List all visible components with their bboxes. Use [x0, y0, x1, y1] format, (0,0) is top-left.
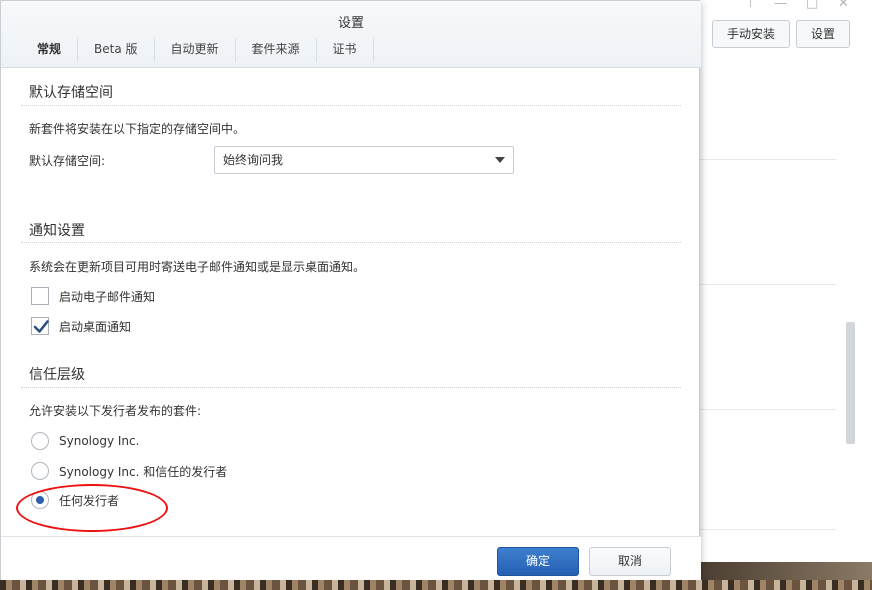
desktop-notification-option[interactable]: 启动桌面通知: [31, 316, 131, 336]
trust-option-trusted[interactable]: Synology Inc. 和信任的发行者: [31, 461, 227, 481]
manual-install-button[interactable]: 手动安装: [712, 20, 790, 48]
storage-volume-value: 始终询问我: [223, 153, 284, 167]
window-edge: [866, 0, 872, 562]
desktop-wallpaper: [0, 580, 872, 590]
checkmark-icon: [33, 320, 49, 333]
list-item[interactable]: [700, 160, 836, 285]
highlight-annotation: [16, 484, 168, 532]
dialog-footer: 确定 取消: [1, 536, 701, 581]
tab-general[interactable]: 常规: [21, 38, 79, 62]
maximize-icon[interactable]: □: [806, 0, 818, 11]
settings-dialog: 设置 常规 Beta 版 自动更新 套件来源 证书 默认存储空间 新套件将安装在…: [0, 0, 701, 581]
storage-field-label: 默认存储空间:: [29, 154, 106, 168]
cancel-button[interactable]: 取消: [589, 547, 671, 576]
list-item[interactable]: [700, 285, 836, 410]
list-item[interactable]: [700, 58, 836, 160]
storage-section-title: 默认存储空间: [29, 85, 113, 101]
scrollbar-thumb[interactable]: [846, 322, 855, 444]
trust-option-synology[interactable]: Synology Inc.: [31, 431, 139, 451]
section-divider: [21, 105, 681, 106]
notification-section-title: 通知设置: [29, 223, 85, 239]
notification-description: 系统会在更新项目可用时寄送电子邮件通知或是显示桌面通知。: [29, 260, 366, 274]
desktop-notification-checkbox[interactable]: [31, 317, 49, 335]
trust-section-title: 信任层级: [29, 367, 85, 383]
minimize-icon[interactable]: —: [774, 0, 787, 11]
list-item[interactable]: [700, 410, 836, 530]
ok-button[interactable]: 确定: [497, 547, 579, 576]
trust-option-synology-label: Synology Inc.: [59, 434, 140, 448]
tab-certificate[interactable]: 证书: [317, 38, 374, 62]
pin-icon[interactable]: ⊤: [745, 0, 756, 11]
close-icon[interactable]: ✕: [838, 0, 849, 11]
tab-bar: 常规 Beta 版 自动更新 套件来源 证书: [21, 38, 374, 68]
email-notification-checkbox[interactable]: [31, 287, 49, 305]
tab-beta[interactable]: Beta 版: [78, 38, 155, 62]
dialog-title: 设置: [337, 16, 364, 31]
storage-volume-select[interactable]: 始终询问我: [214, 146, 514, 174]
dialog-header: 设置 常规 Beta 版 自动更新 套件来源 证书: [1, 1, 701, 68]
settings-button[interactable]: 设置: [796, 20, 850, 48]
email-notification-label: 启动电子邮件通知: [59, 289, 156, 304]
trust-radio-trusted[interactable]: [31, 462, 49, 480]
tab-auto-update[interactable]: 自动更新: [155, 38, 236, 62]
scrollbar-track[interactable]: [846, 58, 856, 558]
desktop-notification-label: 启动桌面通知: [59, 319, 132, 334]
section-divider: [21, 242, 681, 243]
section-divider: [21, 387, 681, 388]
trust-option-trusted-label: Synology Inc. 和信任的发行者: [59, 464, 228, 479]
trust-description: 允许安装以下发行者发布的套件:: [29, 404, 202, 418]
storage-description: 新套件将安装在以下指定的存储空间中。: [29, 122, 246, 136]
trust-radio-synology[interactable]: [31, 432, 49, 450]
tab-package-sources[interactable]: 套件来源: [236, 38, 317, 62]
chevron-down-icon: [495, 157, 505, 163]
email-notification-option[interactable]: 启动电子邮件通知: [31, 286, 155, 306]
